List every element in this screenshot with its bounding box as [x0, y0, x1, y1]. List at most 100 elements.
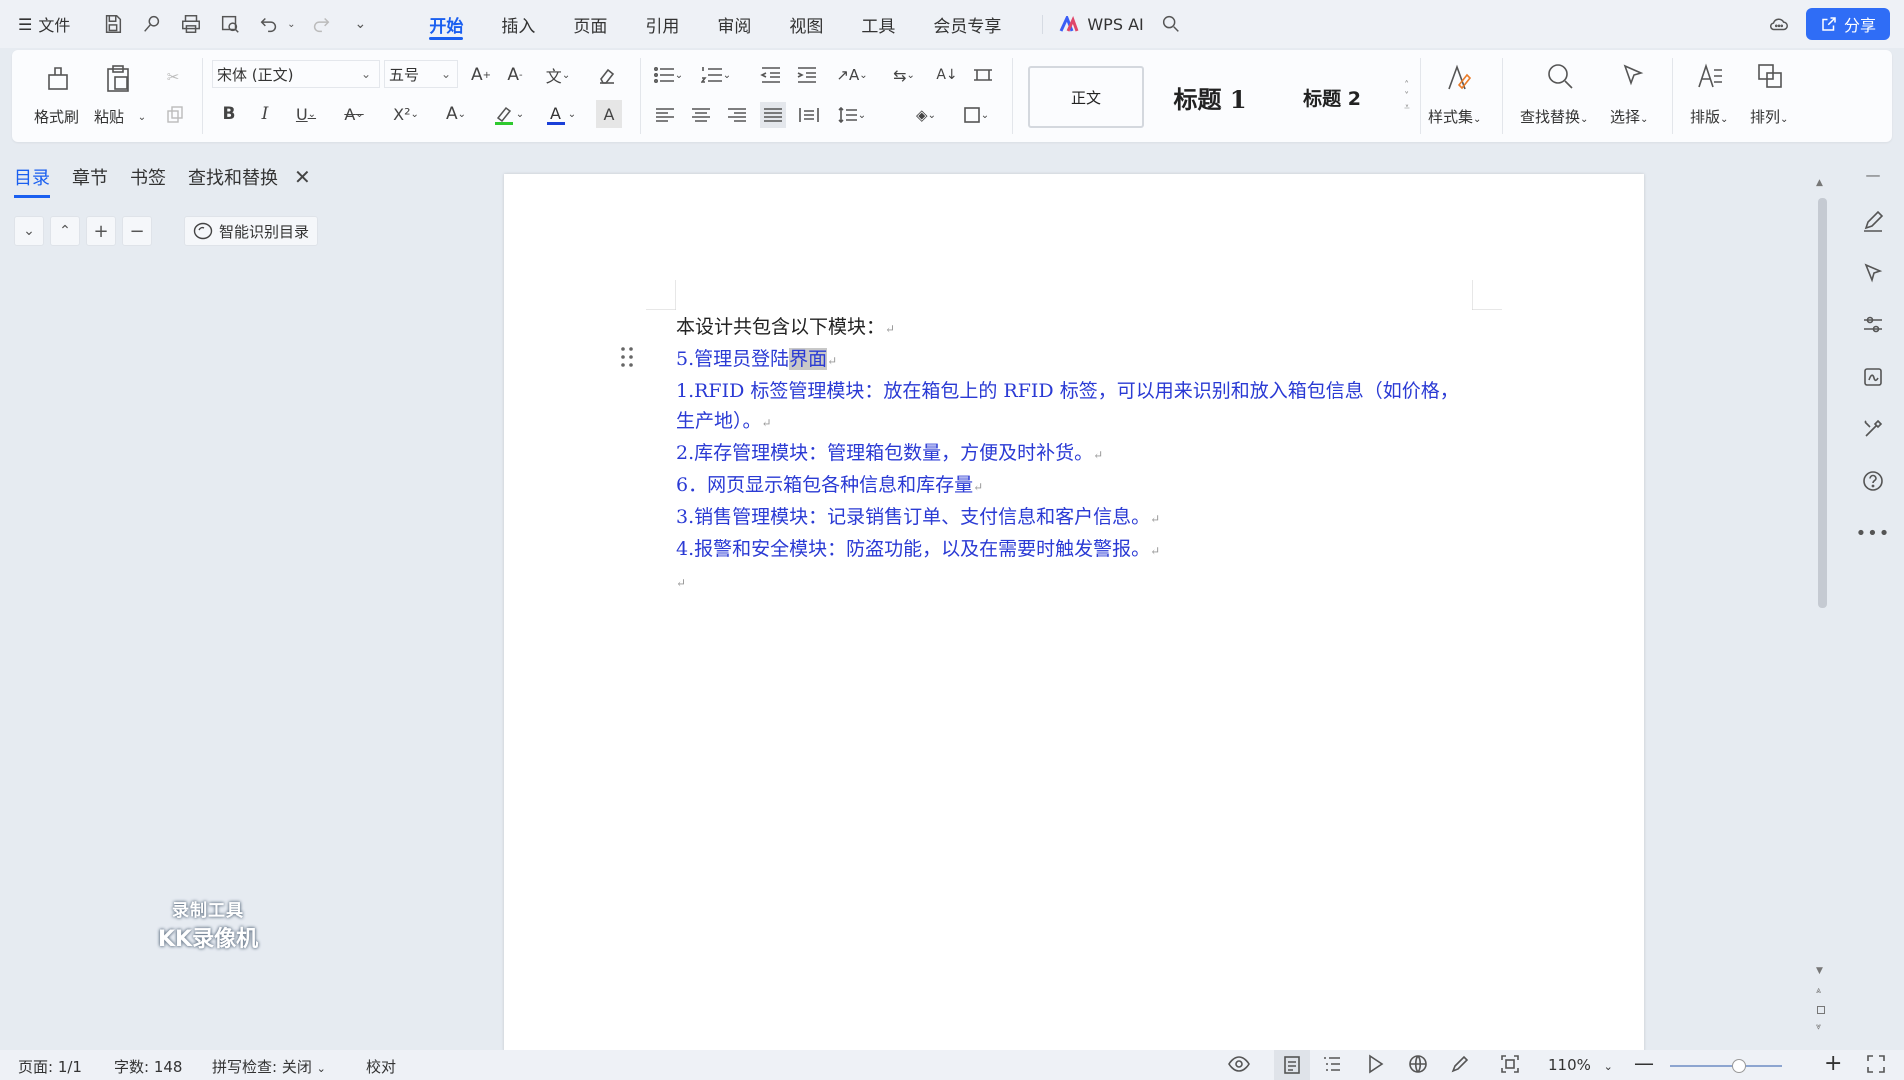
text-direction-icon[interactable]: ↗A ⌄	[830, 62, 874, 88]
line-spacing-icon[interactable]: ⌄	[832, 102, 872, 128]
share-button[interactable]: 分享	[1805, 8, 1890, 40]
fullscreen-icon[interactable]	[1866, 1054, 1886, 1078]
prev-page-icon[interactable]: ⩓	[1816, 986, 1821, 996]
next-page-icon[interactable]: ⩔	[1816, 1022, 1821, 1032]
cloud-icon[interactable]	[1764, 9, 1794, 39]
help-icon[interactable]	[1854, 462, 1892, 500]
text-effect-icon[interactable]: A ⌄	[436, 100, 476, 128]
arrange-label[interactable]: 排列⌄	[1750, 106, 1788, 127]
web-view-icon[interactable]	[1408, 1054, 1428, 1078]
print-preview-icon[interactable]	[215, 9, 245, 39]
phonetic-guide-icon[interactable]: 文 ⌄	[538, 62, 578, 88]
drag-handle-icon[interactable]	[620, 346, 634, 368]
underline-icon[interactable]: U ⌄	[286, 100, 326, 128]
align-center-icon[interactable]	[688, 102, 714, 128]
find-replace-icon[interactable]	[1542, 58, 1578, 94]
scrollbar-thumb[interactable]	[1818, 198, 1827, 608]
character-shading-icon[interactable]: A	[596, 100, 622, 128]
zoom-slider[interactable]	[1670, 1065, 1782, 1067]
sliders-icon[interactable]	[1854, 306, 1892, 344]
borders-icon[interactable]: ⌄	[956, 102, 996, 128]
tab-member[interactable]: 会员专享	[914, 0, 1020, 48]
spell-check-status[interactable]: 拼写检查: 关闭 ⌄	[212, 1056, 326, 1077]
style-heading-2[interactable]: 标题 2	[1274, 66, 1390, 128]
zoom-out-icon[interactable]: —	[1634, 1051, 1654, 1075]
tab-review[interactable]: 审阅	[698, 0, 770, 48]
nav-tab-toc[interactable]: 目录	[14, 164, 50, 198]
italic-icon[interactable]: I	[252, 100, 278, 128]
scroll-up-icon[interactable]: ▲	[1816, 178, 1823, 188]
vertical-scrollbar[interactable]: ▲ ▼ ⩓ ⩔	[1816, 152, 1828, 1042]
proofread-button[interactable]: 校对	[366, 1056, 396, 1077]
justify-icon[interactable]	[760, 102, 786, 128]
nav-tab-find-replace[interactable]: 查找和替换	[188, 164, 278, 190]
collapse-up-button[interactable]: ⌃	[50, 216, 80, 246]
style-set-label[interactable]: 样式集⌄	[1428, 106, 1481, 127]
file-menu[interactable]: ☰ 文件	[18, 12, 70, 36]
strikethrough-icon[interactable]: A ⌄	[334, 100, 374, 128]
wps-ai-button[interactable]: WPS AI	[1042, 14, 1144, 34]
paragraph[interactable]: 6．网页显示箱包各种信息和库存量↵	[676, 470, 1496, 502]
select-icon[interactable]	[1616, 58, 1652, 94]
tools-icon[interactable]	[1854, 410, 1892, 448]
paragraph[interactable]: 3.销售管理模块：记录销售订单、支付信息和客户信息。↵	[676, 502, 1496, 534]
increase-font-icon[interactable]: A +	[468, 62, 494, 88]
more-icon[interactable]: •••	[1854, 514, 1892, 552]
paragraph[interactable]: 2.库存管理模块：管理箱包数量，方便及时补货。↵	[676, 438, 1496, 470]
cut-icon[interactable]: ✂	[160, 64, 186, 90]
show-marks-icon[interactable]	[970, 62, 996, 88]
nav-tab-chapters[interactable]: 章节	[72, 164, 108, 190]
font-name-select[interactable]: 宋体 (正文) ⌄	[212, 60, 380, 88]
pen-icon[interactable]	[1854, 202, 1892, 240]
select-browse-icon[interactable]	[1817, 1006, 1825, 1014]
format-painter-icon[interactable]	[40, 60, 76, 96]
style-heading-1[interactable]: 标题 1	[1152, 66, 1268, 128]
document-sign-icon[interactable]	[1854, 358, 1892, 396]
swap-icon[interactable]: ⇆ ⌄	[884, 62, 924, 88]
paste-dropdown-icon[interactable]: ⌄	[136, 107, 148, 127]
undo-icon[interactable]	[254, 9, 284, 39]
add-heading-button[interactable]: +	[86, 216, 116, 246]
align-left-icon[interactable]	[652, 102, 678, 128]
distribute-icon[interactable]	[796, 102, 822, 128]
document-body[interactable]: 本设计共包含以下模块：↵ 5.管理员登陆界面↵ 1.RFID 标签管理模块：放在…	[676, 312, 1496, 598]
paste-icon[interactable]	[100, 60, 136, 96]
layout-label[interactable]: 排版⌄	[1690, 106, 1728, 127]
font-color-icon[interactable]: A ⌄	[538, 100, 582, 128]
empty-paragraph[interactable]: ↵	[676, 566, 1496, 598]
find-replace-label[interactable]: 查找替换⌄	[1520, 106, 1588, 127]
highlight-color-icon[interactable]: ⌄	[486, 100, 530, 128]
expand-down-button[interactable]: ⌄	[14, 216, 44, 246]
superscript-icon[interactable]: X² ⌄	[386, 100, 426, 128]
format-painter-label[interactable]: 格式刷	[34, 106, 79, 127]
paragraph[interactable]: 本设计共包含以下模块：↵	[676, 312, 1496, 344]
tab-home[interactable]: 开始	[410, 0, 482, 48]
remove-heading-button[interactable]: −	[122, 216, 152, 246]
search-icon[interactable]	[1156, 9, 1186, 39]
paste-label[interactable]: 粘贴	[94, 106, 124, 127]
fit-page-icon[interactable]	[1500, 1054, 1520, 1078]
paragraph[interactable]: 生产地）。↵	[676, 406, 1496, 438]
decrease-font-icon[interactable]: A-	[502, 62, 528, 88]
page-view-icon[interactable]	[1274, 1050, 1310, 1080]
play-icon[interactable]	[1366, 1054, 1384, 1078]
redo-icon[interactable]	[306, 9, 336, 39]
tab-insert[interactable]: 插入	[482, 0, 554, 48]
shading-icon[interactable]: ◈ ⌄	[906, 102, 946, 128]
bullets-icon[interactable]: ⌄	[648, 62, 688, 88]
copy-icon[interactable]	[162, 102, 188, 128]
bold-icon[interactable]: B	[216, 100, 242, 128]
zoom-in-icon[interactable]: +	[1824, 1051, 1842, 1076]
increase-indent-icon[interactable]	[794, 62, 820, 88]
tab-references[interactable]: 引用	[626, 0, 698, 48]
paragraph[interactable]: 1.RFID 标签管理模块：放在箱包上的 RFID 标签，可以用来识别和放入箱包…	[676, 376, 1496, 406]
customize-quick-access-icon[interactable]: ⌄	[345, 9, 375, 39]
export-icon[interactable]	[137, 9, 167, 39]
paragraph[interactable]: 4.报警和安全模块：防盗功能，以及在需要时触发警报。↵	[676, 534, 1496, 566]
document-page[interactable]: 本设计共包含以下模块：↵ 5.管理员登陆界面↵ 1.RFID 标签管理模块：放在…	[504, 174, 1644, 1052]
paragraph[interactable]: 5.管理员登陆界面↵	[676, 344, 1496, 376]
close-icon[interactable]: ✕	[294, 165, 311, 189]
styles-scroll-icon[interactable]: ˄ ˅ ⩡	[1400, 58, 1414, 134]
align-right-icon[interactable]	[724, 102, 750, 128]
cursor-icon[interactable]	[1854, 254, 1892, 292]
